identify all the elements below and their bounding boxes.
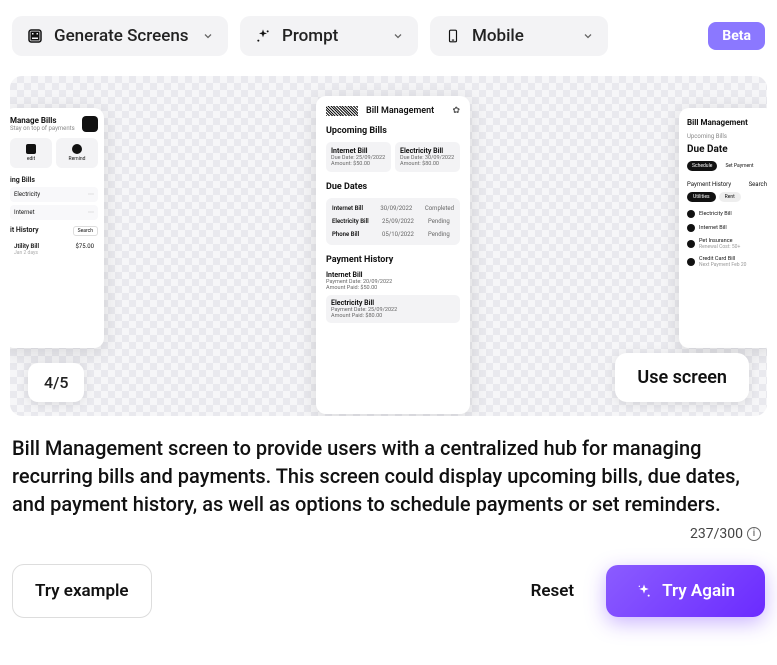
dropdown-label: Prompt [282, 26, 338, 46]
list-item: Electricity⋯ [10, 187, 98, 202]
list-item: Internet Bill [687, 224, 767, 232]
dropdown-label: Generate Screens [54, 26, 189, 46]
list-item: Pet InsuranceRenewal Cost: 50+ [687, 238, 767, 250]
screens-icon [26, 27, 44, 45]
screen-preview-5[interactable]: Bill Management Upcoming Bills Due Date … [679, 108, 767, 348]
section-label: it HistorySearch [10, 226, 98, 236]
generate-screens-dropdown[interactable]: Generate Screens [12, 16, 228, 56]
sparkle-icon [636, 583, 652, 599]
info-icon[interactable]: i [747, 527, 761, 541]
device-dropdown[interactable]: Mobile [430, 16, 608, 56]
screen-preview-3[interactable]: Manage Bills Stay on top of payments edi… [10, 108, 104, 348]
use-screen-button[interactable]: Use screen [615, 353, 749, 402]
section-header: Payment HistorySearch [687, 181, 767, 188]
section-heading: Upcoming Bills [326, 126, 460, 136]
beta-badge: Beta [708, 22, 765, 50]
mobile-icon [444, 27, 462, 45]
carousel-counter: 4/5 [28, 363, 84, 402]
screens-carousel[interactable]: Manage Bills Stay on top of payments edi… [10, 76, 767, 416]
section-label: ing Bills [10, 176, 98, 184]
reset-button[interactable]: Reset [511, 565, 595, 617]
chip: Schedule [687, 161, 717, 171]
char-count: 237/300i [0, 526, 777, 542]
payment-item: Electricity Bill Payment Date: 25/09/202… [326, 295, 460, 323]
try-again-button[interactable]: Try Again [606, 565, 765, 617]
avatar [82, 116, 98, 132]
try-example-button[interactable]: Try example [12, 564, 152, 618]
card-title: Bill Management [366, 106, 434, 116]
description-text[interactable]: Bill Management screen to provide users … [0, 416, 777, 526]
filter-chip: Utilities [687, 192, 716, 202]
list-item: Electricity Bill [687, 210, 767, 218]
bill-card: Electricity Bill Due Date: 30/09/2022 Am… [395, 142, 460, 172]
chevron-down-icon [202, 30, 214, 42]
screen-preview-4[interactable]: Bill Management ✿ Upcoming Bills Interne… [316, 96, 470, 414]
button-label: Try Again [662, 581, 735, 601]
logo-icon [326, 106, 358, 116]
filter-chip: Rent [719, 192, 741, 202]
due-dates-table: Internet Bill30/09/2022Completed Electri… [326, 198, 460, 245]
list-item: Jtility BillJan 2 days $75.00 [10, 239, 98, 260]
bill-card: Internet Bill Due Date: 25/09/2022 Amoun… [326, 142, 391, 172]
chip: Set Payment [720, 161, 758, 171]
gear-icon: ✿ [452, 106, 460, 116]
label: Upcoming Bills [687, 133, 767, 140]
payment-item: Internet Bill Payment Date: 20/09/2022 A… [326, 271, 460, 291]
tab-remind: Remind [56, 138, 98, 168]
sparkle-icon [254, 27, 272, 45]
dropdown-label: Mobile [472, 26, 524, 46]
tab-edit: edit [10, 138, 52, 168]
heading: Due Date [687, 144, 767, 155]
section-heading: Payment History [326, 255, 460, 265]
prompt-dropdown[interactable]: Prompt [240, 16, 418, 56]
section-heading: Due Dates [326, 182, 460, 192]
card-title: Bill Management [687, 118, 767, 127]
list-item: Credit Card BillNext Payment Feb 20 [687, 256, 767, 268]
chevron-down-icon [392, 30, 404, 42]
list-item: Internet⋯ [10, 205, 98, 220]
chevron-down-icon [582, 30, 594, 42]
